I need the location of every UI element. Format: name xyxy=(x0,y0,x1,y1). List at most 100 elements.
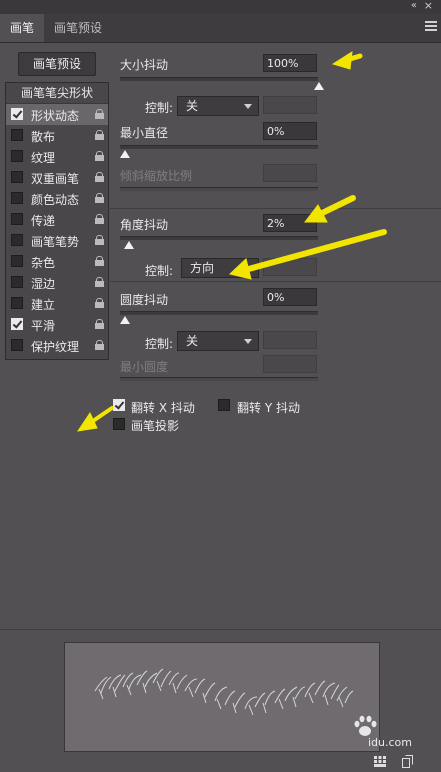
lock-icon[interactable] xyxy=(95,256,104,266)
protect-texture-checkbox[interactable] xyxy=(11,339,23,351)
angle-control-select[interactable]: 方向 xyxy=(181,258,259,278)
scattering-checkbox[interactable] xyxy=(11,129,23,141)
roundness-control-extra-field xyxy=(263,331,317,349)
option-smoothing[interactable]: 平滑 xyxy=(6,314,108,335)
lock-icon[interactable] xyxy=(95,235,104,245)
watermark-text: idu.com xyxy=(368,736,412,749)
lock-icon[interactable] xyxy=(95,298,104,308)
angle-control-extra-field xyxy=(263,258,317,276)
flip-x-label: 翻转 X 抖动 xyxy=(131,401,195,415)
brush-pose-checkbox[interactable] xyxy=(11,234,23,246)
smoothing-checkbox[interactable] xyxy=(11,318,23,330)
noise-checkbox[interactable] xyxy=(11,255,23,267)
brush-projection-checkbox[interactable] xyxy=(113,418,125,430)
angle-jitter-label: 角度抖动 xyxy=(120,218,169,232)
roundness-control-label: 控制: xyxy=(145,337,174,351)
lock-icon[interactable] xyxy=(95,340,104,350)
option-label: 平滑 xyxy=(31,319,56,333)
option-label: 画笔笔势 xyxy=(31,235,80,249)
collapse-panel-icon[interactable]: « xyxy=(411,0,417,11)
angle-control-label: 控制: xyxy=(145,264,174,278)
chevron-down-icon xyxy=(244,339,252,344)
option-label: 保护纹理 xyxy=(31,340,80,354)
option-noise[interactable]: 杂色 xyxy=(6,251,108,272)
min-roundness-field xyxy=(263,355,317,373)
flip-y-checkbox[interactable] xyxy=(218,399,230,411)
roundness-jitter-slider-track[interactable] xyxy=(120,311,318,315)
new-brush-icon[interactable] xyxy=(402,755,413,768)
option-color-dynamics[interactable]: 颜色动态 xyxy=(6,188,108,209)
section-divider xyxy=(108,208,441,209)
transfer-checkbox[interactable] xyxy=(11,213,23,225)
wet-edges-checkbox[interactable] xyxy=(11,276,23,288)
tab-brush-presets[interactable]: 画笔预设 xyxy=(44,14,112,42)
size-jitter-field[interactable]: 100% xyxy=(263,54,317,72)
shape-dynamics-checkbox[interactable] xyxy=(11,108,23,120)
chevron-down-icon xyxy=(244,266,252,271)
option-label: 双重画笔 xyxy=(31,172,80,186)
option-dual-brush[interactable]: 双重画笔 xyxy=(6,167,108,188)
option-label: 杂色 xyxy=(31,256,56,270)
lock-icon[interactable] xyxy=(95,319,104,329)
option-build-up[interactable]: 建立 xyxy=(6,293,108,314)
roundness-jitter-slider-thumb[interactable] xyxy=(120,316,130,324)
color-dynamics-checkbox[interactable] xyxy=(11,192,23,204)
min-diameter-field[interactable]: 0% xyxy=(263,122,317,140)
brush-projection-label: 画笔投影 xyxy=(131,419,180,433)
angle-control-value: 方向 xyxy=(190,261,215,275)
dual-brush-checkbox[interactable] xyxy=(11,171,23,183)
arrow-to-flip-x xyxy=(76,411,98,432)
option-brush-pose[interactable]: 画笔笔势 xyxy=(6,230,108,251)
min-diameter-slider-track[interactable] xyxy=(120,145,318,149)
panel-footer xyxy=(0,752,441,772)
lock-icon[interactable] xyxy=(95,130,104,140)
lock-icon[interactable] xyxy=(95,277,104,287)
option-scattering[interactable]: 散布 xyxy=(6,125,108,146)
min-roundness-label: 最小圆度 xyxy=(120,360,169,374)
chevron-down-icon xyxy=(244,104,252,109)
size-control-label: 控制: xyxy=(145,101,174,115)
tab-bar: 画笔 画笔预设 xyxy=(0,14,441,43)
roundness-jitter-field[interactable]: 0% xyxy=(263,288,317,306)
tilt-scale-field xyxy=(263,164,317,182)
size-control-select[interactable]: 关 xyxy=(177,96,259,116)
option-label: 颜色动态 xyxy=(31,193,80,207)
min-diameter-slider-thumb[interactable] xyxy=(120,150,130,158)
build-up-checkbox[interactable] xyxy=(11,297,23,309)
option-protect-texture[interactable]: 保护纹理 xyxy=(6,335,108,356)
brush-tip-shape-item[interactable]: 画笔笔尖形状 xyxy=(6,83,108,104)
option-label: 传递 xyxy=(31,214,56,228)
grid-toggle-icon[interactable] xyxy=(374,756,386,767)
option-wet-edges[interactable]: 湿边 xyxy=(6,272,108,293)
lock-icon[interactable] xyxy=(95,109,104,119)
lock-icon[interactable] xyxy=(95,193,104,203)
angle-jitter-field[interactable]: 2% xyxy=(263,214,317,232)
option-label: 散布 xyxy=(31,130,56,144)
angle-jitter-slider-thumb[interactable] xyxy=(123,241,134,249)
brush-options-list: 画笔笔尖形状 形状动态 散布 纹理 双重画笔 颜色动态 传递 画笔笔势 杂色 湿… xyxy=(5,82,109,360)
flip-y-label: 翻转 Y 抖动 xyxy=(237,401,300,415)
preview-margin xyxy=(380,642,441,750)
option-shape-dynamics[interactable]: 形状动态 xyxy=(6,104,108,125)
window-top-strip: « × xyxy=(0,0,441,14)
option-label: 纹理 xyxy=(31,151,56,165)
panel-menu-icon[interactable] xyxy=(425,21,437,32)
roundness-control-value: 关 xyxy=(186,334,199,348)
tab-brush[interactable]: 画笔 xyxy=(0,14,45,42)
option-texture[interactable]: 纹理 xyxy=(6,146,108,167)
size-jitter-slider-track[interactable] xyxy=(120,77,318,81)
texture-checkbox[interactable] xyxy=(11,150,23,162)
close-icon[interactable]: × xyxy=(424,0,433,12)
lock-icon[interactable] xyxy=(95,151,104,161)
option-label: 形状动态 xyxy=(31,109,80,123)
roundness-control-select[interactable]: 关 xyxy=(177,331,259,351)
flip-x-checkbox[interactable] xyxy=(113,399,125,411)
size-jitter-slider-thumb[interactable] xyxy=(314,82,324,90)
lock-icon[interactable] xyxy=(95,172,104,182)
size-control-extra-field xyxy=(263,96,317,114)
option-transfer[interactable]: 传递 xyxy=(6,209,108,230)
angle-jitter-slider-track[interactable] xyxy=(120,236,318,240)
brush-presets-button[interactable]: 画笔预设 xyxy=(18,52,96,76)
min-diameter-label: 最小直径 xyxy=(120,126,169,140)
lock-icon[interactable] xyxy=(95,214,104,224)
